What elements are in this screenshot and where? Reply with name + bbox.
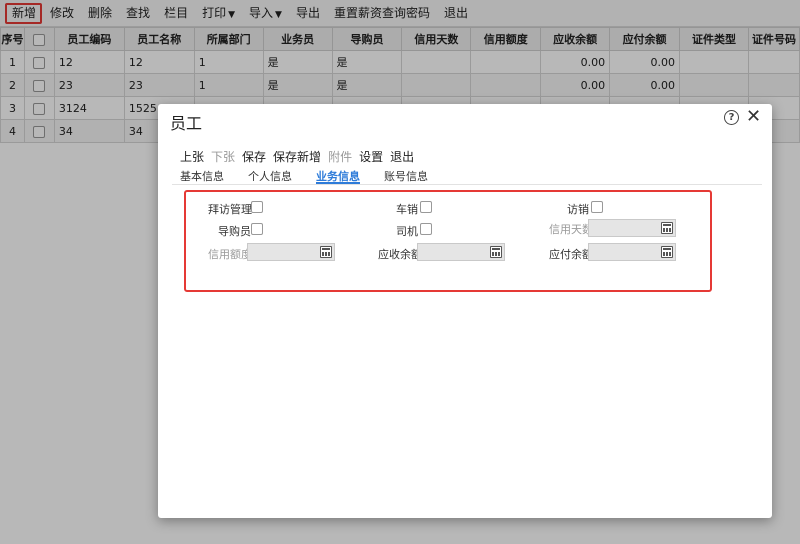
dialog-tabs: 基本信息 个人信息 业务信息 账号信息	[172, 164, 762, 185]
tab-business-info[interactable]: 业务信息	[316, 164, 360, 184]
save-and-new-button[interactable]: 保存新增	[273, 148, 321, 165]
prev-record-button[interactable]: 上张	[180, 148, 204, 165]
business-info-highlight	[184, 190, 712, 292]
close-icon[interactable]: ✕	[746, 106, 761, 127]
next-record-button[interactable]: 下张	[211, 148, 235, 165]
save-button[interactable]: 保存	[242, 148, 266, 165]
tab-basic-info[interactable]: 基本信息	[180, 164, 224, 184]
dialog-toolbar: 上张 下张 保存 保存新增 附件 设置 退出	[180, 148, 421, 165]
settings-button[interactable]: 设置	[359, 148, 383, 165]
dialog-title: 员工	[170, 114, 203, 133]
employee-dialog: 员工 ? ✕ 上张 下张 保存 保存新增 附件 设置 退出 基本信息 个人信息 …	[158, 104, 772, 518]
attachment-button[interactable]: 附件	[328, 148, 352, 165]
help-icon[interactable]: ?	[724, 110, 739, 125]
tab-account-info[interactable]: 账号信息	[384, 164, 428, 184]
dialog-exit-button[interactable]: 退出	[390, 148, 414, 165]
tab-personal-info[interactable]: 个人信息	[248, 164, 292, 184]
